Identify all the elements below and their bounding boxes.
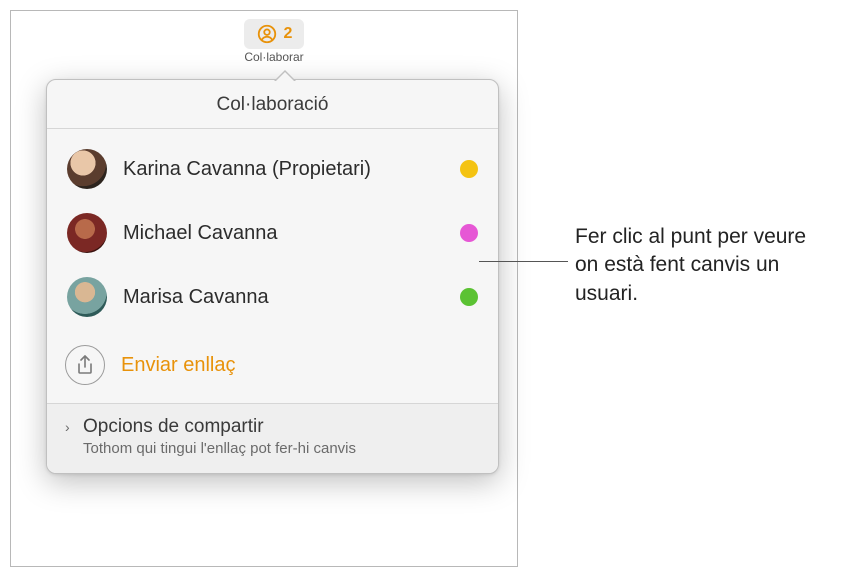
- app-frame: 2 Col·laborar Col·laboració Karina Cavan…: [10, 10, 518, 567]
- collaborator-name: Marisa Cavanna: [123, 286, 444, 309]
- share-options-subtitle: Tothom qui tingui l'enllaç pot fer-hi ca…: [83, 440, 480, 457]
- collaborator-name: Karina Cavanna (Propietari): [123, 158, 444, 181]
- avatar: [67, 277, 107, 317]
- share-options-section[interactable]: › Opcions de compartir Tothom qui tingui…: [47, 403, 498, 473]
- collaborator-row[interactable]: Karina Cavanna (Propietari): [65, 137, 480, 201]
- avatar: [67, 149, 107, 189]
- share-icon: [65, 345, 105, 385]
- popover-title: Col·laboració: [47, 80, 498, 129]
- collaborate-label: Col·laborar: [244, 50, 303, 64]
- share-options-title: Opcions de compartir: [83, 416, 264, 438]
- collaborator-row[interactable]: Marisa Cavanna: [65, 265, 480, 329]
- collaboration-popover: Col·laboració Karina Cavanna (Propietari…: [46, 79, 499, 474]
- collaborate-chip: 2: [244, 19, 305, 49]
- send-link-label: Enviar enllaç: [121, 354, 236, 377]
- callout-text: Fer clic al punt per veure on està fent …: [575, 223, 820, 308]
- collaborate-icon: [256, 23, 278, 45]
- collaborator-name: Michael Cavanna: [123, 222, 444, 245]
- collaborator-list: Karina Cavanna (Propietari) Michael Cava…: [47, 129, 498, 335]
- callout-leader-line: [479, 261, 568, 262]
- presence-dot[interactable]: [460, 288, 478, 306]
- avatar: [67, 213, 107, 253]
- collaborator-row[interactable]: Michael Cavanna: [65, 201, 480, 265]
- presence-dot[interactable]: [460, 224, 478, 242]
- collaborator-count: 2: [284, 25, 293, 43]
- send-link-row[interactable]: Enviar enllaç: [47, 335, 498, 403]
- presence-dot[interactable]: [460, 160, 478, 178]
- collaborate-toolbar-button[interactable]: 2 Col·laborar: [230, 19, 318, 69]
- chevron-right-icon: ›: [65, 419, 77, 435]
